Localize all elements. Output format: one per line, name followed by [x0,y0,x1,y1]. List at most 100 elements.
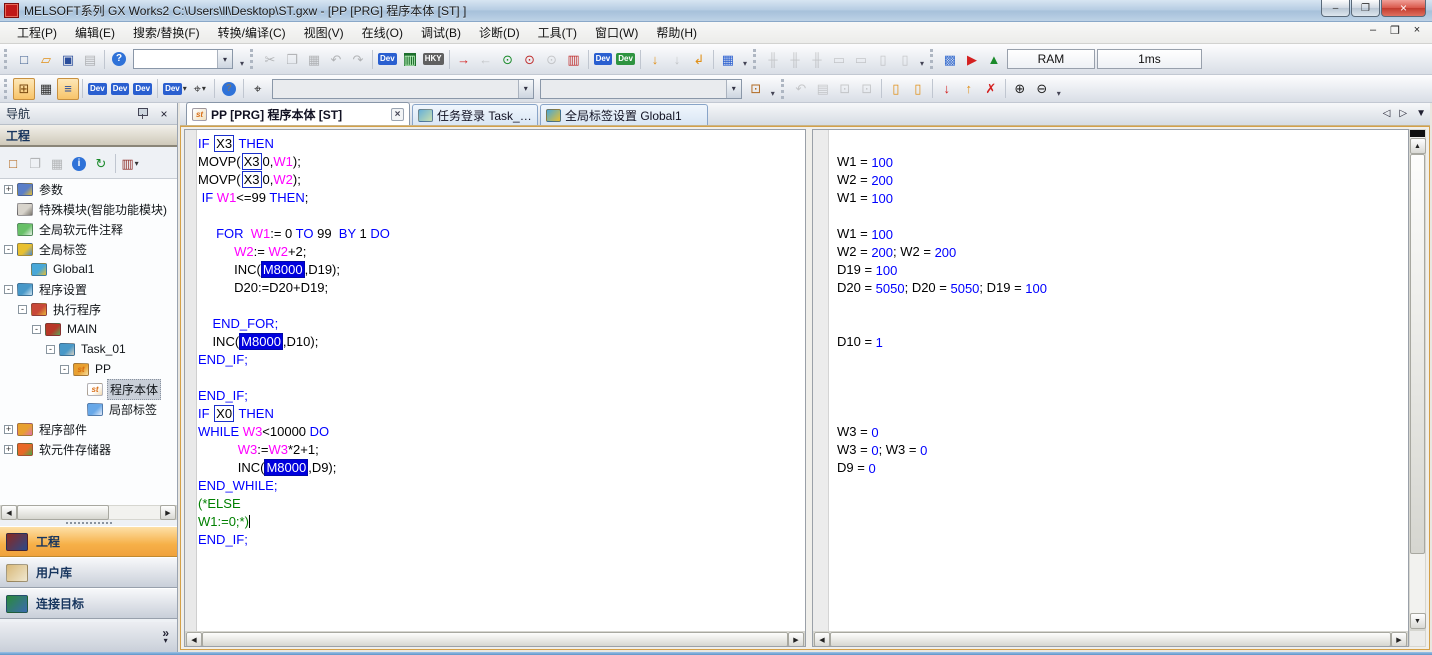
split-box[interactable] [1410,130,1425,137]
scroll-left-arrow[interactable]: ◀ [1,505,17,520]
mdi-minimize-button[interactable]: – [1366,24,1380,37]
docking-window-icon[interactable]: ≡ [57,78,79,100]
menu-project[interactable]: 工程(P) [8,22,66,43]
paste-icon[interactable]: ▦ [303,48,325,70]
mdi-restore-button[interactable]: ❐ [1388,24,1402,37]
combo-dropdown-icon[interactable]: ▾ [518,80,533,98]
tree-expander-icon[interactable]: + [4,185,13,194]
window-restore-button[interactable]: ❐ [1351,0,1380,17]
zoom-in-icon[interactable]: ⊕ [1009,78,1031,100]
monitor-window-icon[interactable]: ▦ [717,48,739,70]
tree-expander-icon[interactable]: - [4,245,13,254]
ladder-symbol-icon[interactable]: ╫ [762,48,784,70]
display-cell-icon[interactable]: ▯ [907,78,929,100]
nav-footer-user-library-button[interactable]: 用户库 [0,557,177,588]
scroll-thumb[interactable] [17,505,109,520]
new-data-icon[interactable]: □ [2,153,24,175]
toolbar-grip[interactable] [4,79,9,99]
insert-line-icon[interactable]: ▯ [885,78,907,100]
tree-item-device-memory[interactable]: +软元件存储器 [0,439,177,459]
tree-expander-icon[interactable]: - [4,285,13,294]
find-target-combobox[interactable]: ▾ [272,79,534,99]
display-scale-icon[interactable]: ⊡ [745,78,767,100]
ladder-branch-icon[interactable]: ╫ [784,48,806,70]
tree-expander-icon[interactable]: - [60,365,69,374]
tree-expander-icon[interactable]: + [4,425,13,434]
menu-help[interactable]: 帮助(H) [647,22,706,43]
scroll-right-arrow[interactable]: ▶ [788,632,804,647]
buffer-memory-monitor-icon[interactable]: ▥ [563,48,585,70]
tab-scroll-left-icon[interactable]: ◁ [1383,108,1391,119]
device-display-icon[interactable]: Dev [592,48,615,70]
monitor-pane-hscrollbar[interactable]: ◀ ▶ [813,631,1408,647]
menu-online[interactable]: 在线(O) [353,22,412,43]
menu-diagnostics[interactable]: 诊断(D) [470,22,529,43]
new-file-icon[interactable]: □ [13,48,35,70]
scroll-left-arrow[interactable]: ◀ [186,632,202,647]
tree-item-global-device-comment[interactable]: 全局软元件注释 [0,219,177,239]
menu-view[interactable]: 视图(V) [295,22,353,43]
menu-tools[interactable]: 工具(T) [529,22,586,43]
scroll-thumb[interactable] [1410,154,1425,554]
tree-item-main[interactable]: -MAIN [0,319,177,339]
tree-expander-icon[interactable]: - [32,325,41,334]
device-replace-icon[interactable]: Dev [109,78,132,100]
ladder-monitor-icon[interactable]: ▥ [399,48,421,70]
tree-item-task01[interactable]: -Task_01 [0,339,177,359]
tree-item-global-label[interactable]: -全局标签 [0,239,177,259]
ladder-insert-icon[interactable]: ▭ [828,48,850,70]
scroll-left-arrow[interactable]: ◀ [814,632,830,647]
st-find-icon[interactable]: ⊡ [834,78,856,100]
sort-filter-icon[interactable]: ▥▾ [119,153,141,175]
dropdown-icon[interactable]: ▾ [135,159,139,168]
refresh-view-icon[interactable]: ↻ [90,153,112,175]
find-previous-icon[interactable]: ↑ [958,78,980,100]
scroll-down-arrow[interactable]: ▼ [1410,613,1426,629]
menu-find-replace[interactable]: 搜索/替换(F) [124,22,209,43]
device-comment-icon[interactable]: Dev [376,48,399,70]
print-icon[interactable]: ▤ [79,48,101,70]
navigation-hscrollbar[interactable]: ◀ ▶ [0,505,177,520]
plc-write-icon[interactable]: → [453,48,475,70]
toolbar-grip[interactable] [753,49,758,69]
tree-item-intelligent-module[interactable]: 特殊模块(智能功能模块) [0,199,177,219]
open-project-icon[interactable]: ▱ [35,48,57,70]
find-next-icon[interactable]: ↓ [936,78,958,100]
watch-icon[interactable]: ⊙ [541,48,563,70]
scroll-thumb[interactable] [830,632,1391,647]
nav-footer-project-button[interactable]: 工程 [0,526,177,557]
template-insert-icon[interactable]: ↲ [688,48,710,70]
st-find-replace-icon[interactable]: ⊡ [856,78,878,100]
toolbar-overflow-icon[interactable]: ▾ [739,48,751,70]
scroll-right-arrow[interactable]: ▶ [160,505,176,520]
context-help-icon[interactable]: ? [218,78,240,100]
tab-scroll-right-icon[interactable]: ▷ [1399,108,1407,119]
undo-icon[interactable]: ↶ [325,48,347,70]
navigation-close-icon[interactable]: × [157,107,171,121]
tree-item-execution-program[interactable]: -执行程序 [0,299,177,319]
save-project-icon[interactable]: ▣ [57,48,79,70]
pin-icon[interactable] [138,108,147,119]
plc-read-icon[interactable]: ← [475,48,497,70]
tab-list-menu-icon[interactable]: ▼ [1416,108,1426,119]
toolbar-grip[interactable] [250,49,255,69]
tree-expander-icon[interactable]: + [4,445,13,454]
tree-expander-icon[interactable]: - [46,345,55,354]
monitor-stop-icon[interactable]: ⊙ [519,48,541,70]
device-list-icon[interactable]: Dev [131,78,154,100]
module-configuration-icon[interactable]: ▦ [35,78,57,100]
mdi-close-button[interactable]: × [1410,24,1424,37]
device-display-format-icon[interactable]: Dev▾ [161,78,189,100]
menu-debug[interactable]: 调试(B) [412,22,470,43]
tree-item-program-parts[interactable]: +程序部件 [0,419,177,439]
combo-dropdown-icon[interactable]: ▾ [217,50,232,68]
data-property-icon[interactable]: i [68,153,90,175]
paste-data-icon[interactable]: ▦ [46,153,68,175]
project-path-combobox[interactable]: ▾ [133,49,233,69]
tab-program-body[interactable]: stPP [PRG] 程序本体 [ST]× [186,102,410,125]
find-binoculars-icon[interactable]: ⌖ [247,78,269,100]
tree-item-pp[interactable]: -stPP [0,359,177,379]
toolbar-overflow-icon[interactable]: ▾ [916,48,928,70]
st-document-icon[interactable]: ▤ [812,78,834,100]
scroll-right-arrow[interactable]: ▶ [1391,632,1407,647]
